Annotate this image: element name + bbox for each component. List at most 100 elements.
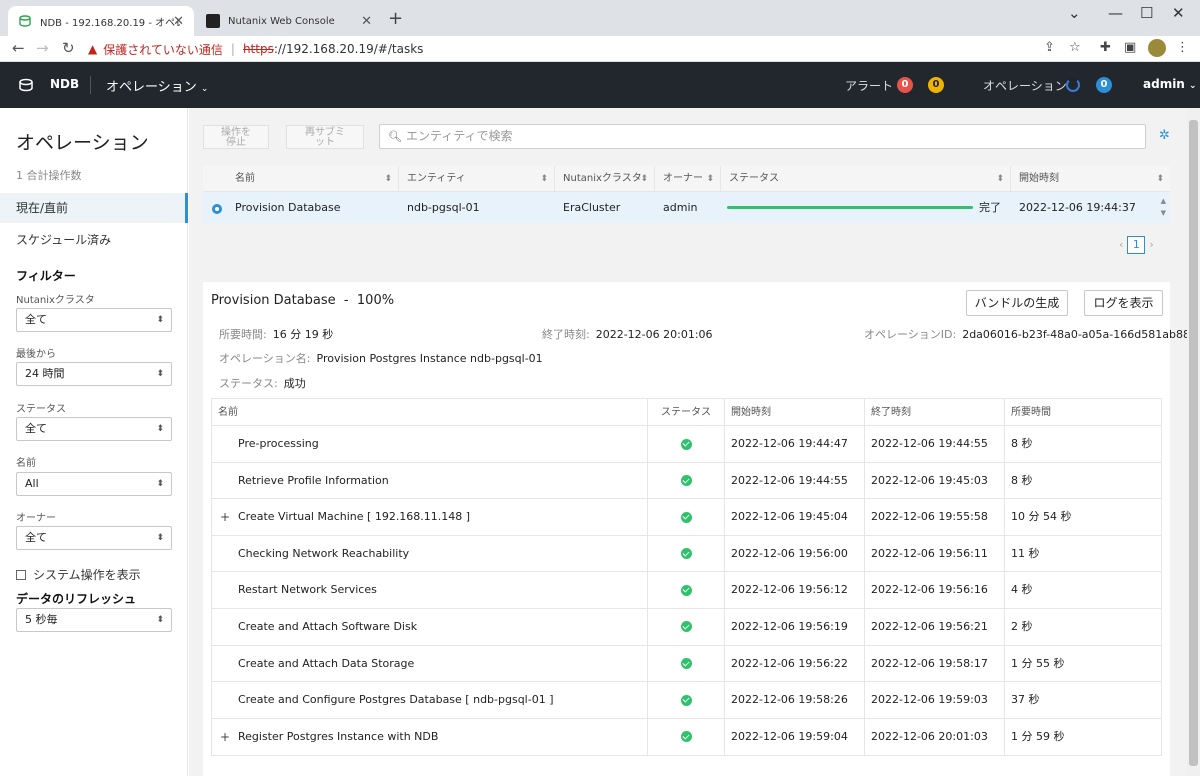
operations-label[interactable]: オペレーション xyxy=(983,77,1067,94)
back-icon[interactable]: ← xyxy=(12,39,25,57)
step-name: Create and Attach Data Storage xyxy=(238,656,415,670)
scrollbar-thumb[interactable] xyxy=(1189,120,1198,766)
expand-icon[interactable]: + xyxy=(220,719,230,755)
checkbox-box[interactable] xyxy=(16,569,26,580)
steps-table: 名前 ステータス 開始時刻 終了時刻 所要時間 Pre-processing 20… xyxy=(211,398,1162,757)
gear-icon[interactable]: ✲ xyxy=(1159,128,1170,143)
select-value: 5 秒毎 xyxy=(25,613,58,626)
filter-select-name[interactable]: All ⬍ xyxy=(16,472,172,496)
column-header-status[interactable]: ステータス ⬍ xyxy=(721,166,1011,191)
radio-selected[interactable] xyxy=(212,204,222,214)
page-scrollbar[interactable] xyxy=(1187,108,1200,776)
sort-arrows-icon: ⬍ xyxy=(156,315,164,325)
table-row[interactable]: + Register Postgres Instance with NDB 2022… xyxy=(212,718,1161,756)
cell-status xyxy=(648,608,725,645)
avatar[interactable] xyxy=(1148,39,1166,57)
cell-start: 2022-12-06 19:59:04 xyxy=(725,718,865,756)
cell-duration: 8 秒 xyxy=(1011,473,1033,487)
stop-operation-button[interactable]: 操作を 停止 xyxy=(203,125,269,149)
column-header-start: 開始時刻 xyxy=(725,399,865,425)
reload-icon[interactable]: ↻ xyxy=(62,39,75,57)
close-icon[interactable]: ✕ xyxy=(361,14,372,29)
spinner-icon xyxy=(1066,78,1080,92)
browser-tab-ndb[interactable]: NDB - 192.168.20.19 - オペレーショ ✕ xyxy=(8,6,194,36)
cell-end: 2022-12-06 19:44:55 xyxy=(865,426,1005,462)
operations-table: 名前 ⬍ エンティティ ⬍ Nutanixクラスタ ⬍ オーナー ⬍ ステータス ⬍ 開始… xyxy=(203,166,1170,223)
alert-critical-badge[interactable]: 0 xyxy=(897,77,913,93)
check-icon xyxy=(680,438,692,450)
operations-badge[interactable]: 0 xyxy=(1096,77,1112,93)
check-icon xyxy=(680,621,692,633)
browser-tab-bar: NDB - 192.168.20.19 - オペレーショ ✕ Nutanix W… xyxy=(0,0,1200,36)
table-row: Checking Network Reachability 2022-12-06 … xyxy=(212,535,1161,573)
table-row: Create and Configure Postgres Database [… xyxy=(212,682,1161,719)
kebab-menu-icon[interactable]: ⋮ xyxy=(1176,40,1189,55)
sidebar-item-current[interactable]: 現在/直前 xyxy=(0,193,188,223)
share-icon[interactable]: ⇪ xyxy=(1044,40,1055,55)
url-field[interactable]: ▲ 保護されていない通信 | https ://192.168.20.19/#/… xyxy=(88,38,1038,60)
brand[interactable]: NDB xyxy=(50,77,79,91)
filter-label-since: 最後から xyxy=(16,349,56,360)
select-value: 全て xyxy=(25,422,47,435)
generate-bundle-button[interactable]: バンドルの生成 xyxy=(966,290,1068,316)
url-scheme: https xyxy=(242,42,274,56)
page-number[interactable]: 1 xyxy=(1127,236,1146,254)
extensions-icon[interactable]: ✚ xyxy=(1100,40,1111,55)
column-header-cluster[interactable]: Nutanixクラスタ ⬍ xyxy=(555,166,655,191)
minimize-icon[interactable]: — xyxy=(1108,4,1123,22)
window-close-icon[interactable]: ✕ xyxy=(1172,4,1185,22)
browser-tab-nutanix[interactable]: Nutanix Web Console ✕ xyxy=(196,6,382,36)
chevron-down-icon[interactable]: ⌄ xyxy=(1068,4,1081,22)
detail-title: Provision Database - 100% xyxy=(211,293,395,308)
table-row[interactable]: Provision Database ndb-pgsql-01 EraClust… xyxy=(203,192,1170,223)
user-menu[interactable]: admin ⌄ xyxy=(1143,77,1197,91)
cell-name: Create and Configure Postgres Database [… xyxy=(212,682,648,718)
filter-select-status[interactable]: 全て ⬍ xyxy=(16,417,172,441)
step-name: Register Postgres Instance with NDB xyxy=(238,729,439,743)
filter-select-owner[interactable]: 全て ⬍ xyxy=(16,526,172,550)
sort-icon: ⬍ xyxy=(996,174,1004,184)
cell-name: Checking Network Reachability xyxy=(212,535,648,572)
select-value: 全て xyxy=(25,531,47,544)
sidebar-item-scheduled[interactable]: スケジュール済み xyxy=(0,225,188,255)
main-menu[interactable]: オペレーション ⌄ xyxy=(106,76,208,95)
show-system-checkbox[interactable]: システム操作を表示 xyxy=(16,566,141,583)
column-header-start[interactable]: 開始時刻 ⬍ xyxy=(1011,166,1170,191)
cell-end: 2022-12-06 19:55:58 xyxy=(865,499,1005,535)
step-name: Checking Network Reachability xyxy=(238,546,410,560)
expand-icon[interactable]: + xyxy=(220,499,230,535)
cell-end: 2022-12-06 19:45:03 xyxy=(865,462,1005,499)
forward-icon[interactable]: → xyxy=(36,39,49,57)
star-icon[interactable]: ☆ xyxy=(1069,40,1081,55)
column-header-entity[interactable]: エンティティ ⬍ xyxy=(399,166,555,191)
new-tab-icon[interactable]: + xyxy=(388,8,403,29)
sort-arrows-icon: ⬍ xyxy=(156,479,164,489)
alerts-label[interactable]: アラート xyxy=(845,77,893,94)
cell-name: + Register Postgres Instance with NDB xyxy=(212,718,648,756)
chevron-left-icon[interactable]: ‹ xyxy=(1119,238,1123,251)
refresh-select[interactable]: 5 秒毎 ⬍ xyxy=(16,608,172,632)
resubmit-button[interactable]: 再サブミ ット xyxy=(286,125,364,149)
filter-select-since[interactable]: 24 時間 ⬍ xyxy=(16,362,172,386)
search-input[interactable]: 🔍︎ エンティティで検索 xyxy=(379,124,1146,149)
chevron-right-icon[interactable]: › xyxy=(1149,238,1153,251)
column-header-name: 名前 xyxy=(212,399,648,425)
cell-name: Pre-processing xyxy=(212,426,648,462)
close-icon[interactable]: ✕ xyxy=(173,14,184,29)
search-icon: 🔍︎ xyxy=(388,130,402,143)
column-header-name[interactable]: 名前 ⬍ xyxy=(203,166,399,191)
check-icon xyxy=(680,584,692,596)
table-row[interactable]: + Create Virtual Machine [ 192.168.11.148… xyxy=(212,499,1161,536)
row-scroll-icon[interactable]: ▲ ▼ xyxy=(1161,195,1166,219)
alert-warning-badge[interactable]: 0 xyxy=(928,77,944,93)
maximize-icon[interactable]: ☐ xyxy=(1140,4,1153,22)
checkbox-label: システム操作を表示 xyxy=(33,568,141,582)
filter-select-cluster[interactable]: 全て ⬍ xyxy=(16,308,172,332)
table-row: Pre-processing 2022-12-06 19:44:47 2022-12… xyxy=(212,426,1161,463)
sidepanel-icon[interactable]: ▣ xyxy=(1124,40,1136,55)
browser-tab-title: NDB - 192.168.20.19 - オペレーショ xyxy=(40,17,180,29)
view-logs-button[interactable]: ログを表示 xyxy=(1084,290,1163,316)
cell-name: Create and Attach Software Disk xyxy=(212,608,648,645)
column-header-owner[interactable]: オーナー ⬍ xyxy=(655,166,721,191)
column-header-end: 終了時刻 xyxy=(865,399,1005,425)
